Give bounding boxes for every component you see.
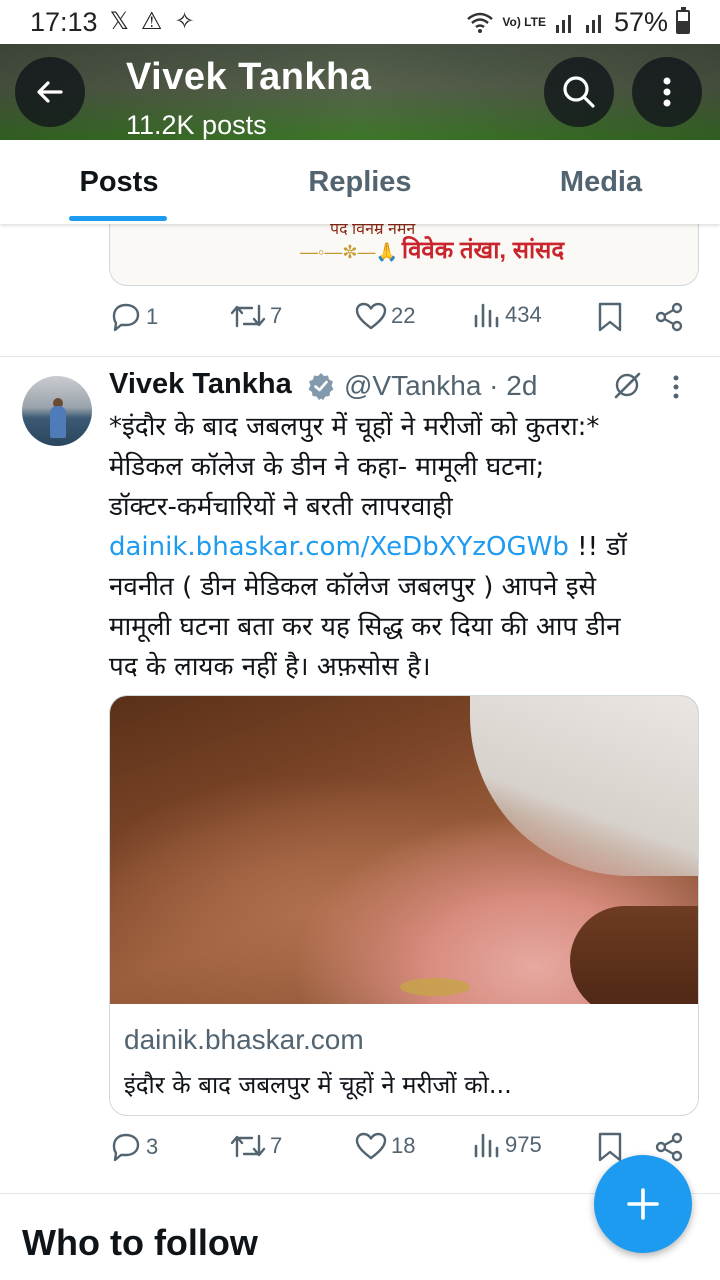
battery-fill	[678, 20, 688, 32]
post-actions: 3 7 18 975	[110, 1132, 690, 1172]
like-count: 22	[391, 303, 416, 328]
banner-signature-row: —◦—✼—🙏 विवेक तंखा, सांसद	[300, 233, 564, 266]
avatar[interactable]	[22, 376, 92, 446]
like-count: 18	[391, 1133, 416, 1158]
battery-icon	[676, 7, 690, 34]
bookmark-button[interactable]	[597, 302, 623, 332]
compose-button[interactable]	[594, 1155, 692, 1253]
post-handle-time[interactable]: @VTankha · 2d	[344, 370, 537, 402]
who-to-follow-heading: Who to follow	[22, 1222, 258, 1263]
alert-icon: ⚠	[140, 8, 163, 35]
search-button[interactable]	[544, 57, 614, 127]
more-horizontal-icon[interactable]	[672, 374, 680, 400]
repost-count: 7	[270, 1133, 283, 1158]
avatar-figure	[50, 406, 66, 438]
link-preview-card[interactable]: dainik.bhaskar.com इंदौर के बाद जबलपुर म…	[109, 695, 699, 1116]
reply-count: 3	[146, 1134, 159, 1159]
views-count: 975	[505, 1132, 542, 1157]
link-preview-title: इंदौर के बाद जबलपुर में चूहों ने मरीजों …	[124, 1071, 512, 1099]
image-finger	[570, 906, 698, 1004]
network-label: Vo) LTE	[502, 15, 546, 29]
ornament-icon: —◦—✼—🙏	[300, 242, 398, 262]
post-text-after-link: !! डॉ	[568, 532, 627, 562]
post-text-line: नवनीत ( डीन मेडिकल कॉलेज जबलपुर ) आपने इ…	[109, 572, 597, 602]
post-text-line: मेडिकल कॉलेज के डीन ने कहा- मामूली घटना;	[109, 452, 545, 482]
image-background	[470, 696, 698, 876]
reply-icon	[112, 1133, 140, 1162]
like-button[interactable]: 22	[355, 302, 415, 330]
post-text-line: पद के लायक नहीं है। अफ़सोस है।	[109, 652, 431, 682]
reply-icon	[112, 303, 140, 332]
post-link[interactable]: dainik.bhaskar.com/XeDbXYzOGWb	[109, 532, 569, 562]
tab-posts[interactable]: Posts	[0, 140, 238, 224]
tab-media[interactable]: Media	[482, 140, 720, 224]
search-icon	[563, 76, 595, 108]
compose-plus-icon	[627, 1188, 659, 1220]
tab-replies[interactable]: Replies	[240, 140, 480, 224]
more-options-button[interactable]	[632, 57, 702, 127]
reply-button[interactable]: 1	[110, 302, 158, 332]
wifi-icon	[467, 12, 494, 33]
sparkle-icon: ✧	[174, 8, 195, 35]
like-icon	[355, 302, 387, 330]
views-button[interactable]: 434	[473, 302, 542, 328]
bookmark-icon	[598, 302, 622, 332]
status-bar: 17:13 𝕏 ⚠ ✧ Vo) LTE 57%	[0, 0, 720, 44]
reply-button[interactable]: 3	[110, 1132, 158, 1162]
signal-icon-2	[585, 15, 601, 33]
clock: 17:13	[30, 6, 98, 37]
like-icon	[355, 1132, 387, 1160]
post-text-line: मामूली घटना बता कर यह सिद्ध कर दिया की आ…	[109, 612, 621, 642]
post-text-line: *इंदौर के बाद जबलपुर में चूहों ने मरीजों…	[109, 412, 600, 442]
signal-icon-1	[555, 15, 571, 33]
previous-post-actions: 1 7 22 434	[110, 302, 690, 342]
link-preview-image	[110, 696, 698, 1004]
bookmark-icon	[598, 1132, 622, 1162]
back-button[interactable]	[15, 57, 85, 127]
post-count: 11.2K posts	[126, 110, 267, 140]
more-vertical-icon	[663, 77, 671, 107]
back-arrow-icon	[37, 81, 63, 103]
profile-header: Vivek Tankha 11.2K posts	[0, 44, 720, 140]
image-wound	[400, 978, 470, 996]
battery-percent: 57%	[613, 6, 668, 37]
share-icon	[655, 302, 683, 332]
repost-icon	[230, 304, 266, 328]
reply-count: 1	[146, 304, 159, 329]
bookmark-button[interactable]	[597, 1132, 623, 1162]
repost-button[interactable]: 7	[230, 302, 282, 330]
post-divider	[0, 356, 720, 357]
repost-button[interactable]: 7	[230, 1132, 282, 1160]
views-count: 434	[505, 302, 542, 327]
profile-tabs: Posts Replies Media	[0, 140, 720, 224]
verified-icon	[308, 373, 334, 400]
x-app-icon: 𝕏	[109, 8, 129, 35]
views-icon	[474, 303, 499, 328]
share-button[interactable]	[654, 302, 684, 332]
post-author-name[interactable]: Vivek Tankha	[109, 368, 292, 401]
repost-count: 7	[270, 303, 283, 328]
tab-indicator	[69, 216, 167, 221]
like-button[interactable]: 18	[355, 1132, 415, 1160]
post-link-line: dainik.bhaskar.com/XeDbXYzOGWb !! डॉ	[109, 527, 701, 567]
post-text-line: डॉक्टर-कर्मचारियों ने बरती लापरवाही	[109, 492, 453, 522]
profile-name: Vivek Tankha	[126, 56, 372, 98]
link-preview-domain: dainik.bhaskar.com	[124, 1024, 364, 1055]
views-icon	[474, 1133, 499, 1158]
banner-signature: विवेक तंखा, सांसद	[401, 237, 565, 264]
post-text: *इंदौर के बाद जबलपुर में चूहों ने मरीजों…	[109, 407, 701, 687]
views-button[interactable]: 975	[473, 1132, 542, 1158]
repost-icon	[230, 1134, 266, 1158]
grok-icon[interactable]	[612, 370, 642, 400]
